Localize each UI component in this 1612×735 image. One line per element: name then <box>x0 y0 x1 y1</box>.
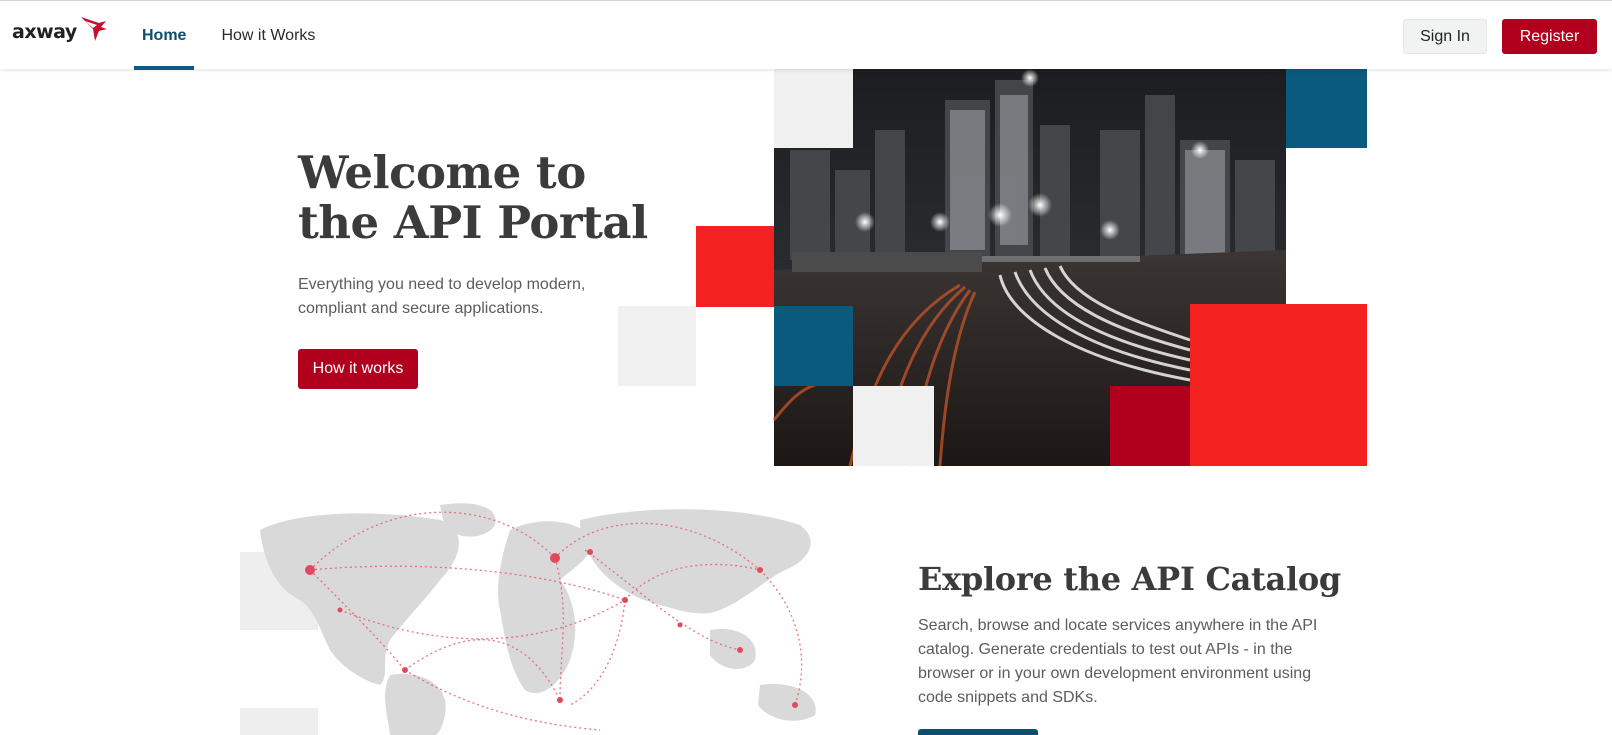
collage-square <box>774 306 853 386</box>
nav-item-how-it-works[interactable]: How it Works <box>213 1 323 70</box>
collage-square <box>1190 304 1367 466</box>
explore-catalog-title: Explore the API Catalog <box>918 560 1341 598</box>
collage-square <box>696 226 774 307</box>
collage-square <box>1110 386 1190 466</box>
main-nav: Home How it Works <box>134 1 342 70</box>
nav-item-home[interactable]: Home <box>134 1 195 70</box>
top-navigation-bar: axway Home How it Works Sign In Register <box>0 0 1612 70</box>
sign-in-button[interactable]: Sign In <box>1403 19 1487 54</box>
world-map-image <box>240 500 880 735</box>
city-highway-photo <box>772 69 1286 467</box>
hero-subtitle: Everything you need to develop modern, c… <box>298 276 586 317</box>
decorative-square <box>618 306 696 386</box>
axway-logo[interactable]: axway <box>12 15 109 49</box>
collage-square <box>774 69 853 148</box>
hero-title: Welcome to the API Portal <box>298 146 648 249</box>
how-it-works-button[interactable]: How it works <box>298 349 418 389</box>
explore-catalog-description: Search, browse and locate services anywh… <box>918 617 1318 706</box>
explore-catalog-button[interactable] <box>918 729 1038 735</box>
collage-square <box>1286 69 1367 148</box>
world-map-network-icon <box>260 503 816 735</box>
collage-square <box>853 386 934 466</box>
axway-logo-mark-icon <box>80 17 107 41</box>
logo-text: axway <box>12 21 77 43</box>
register-button[interactable]: Register <box>1502 19 1597 54</box>
